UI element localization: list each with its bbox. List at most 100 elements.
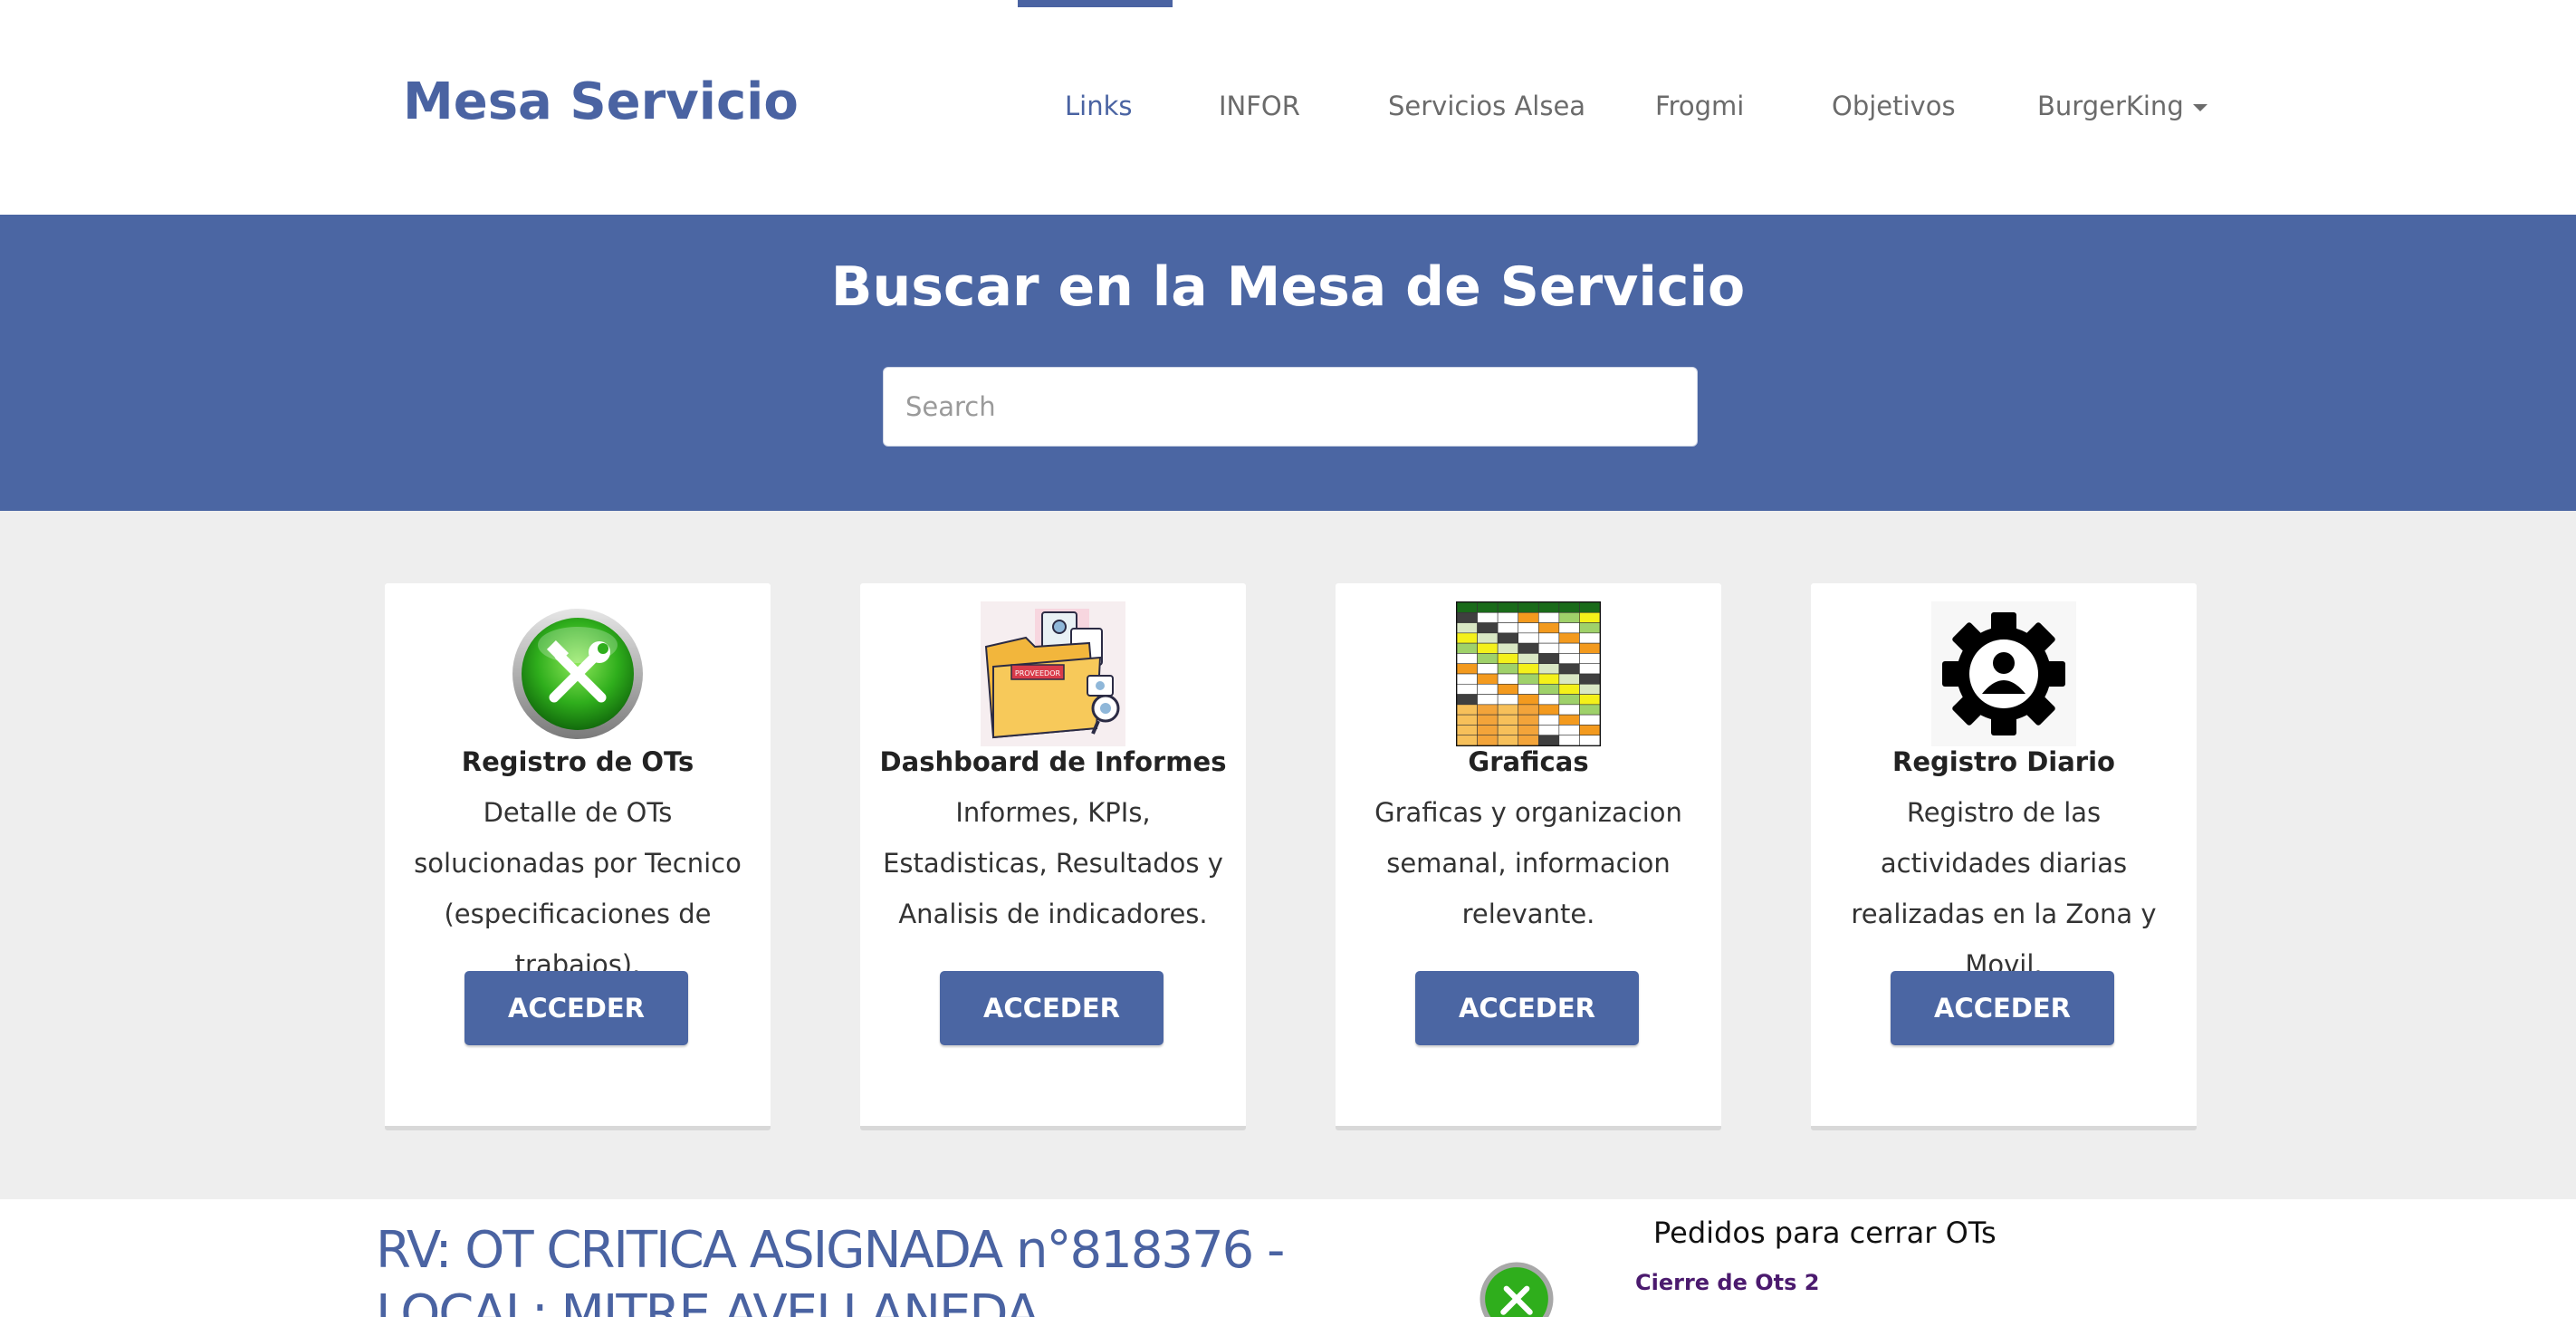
grid-cell: [1477, 632, 1499, 644]
nav-infor[interactable]: INFOR: [1219, 91, 1300, 121]
grid-cell: [1497, 704, 1519, 716]
grid-cell: [1537, 622, 1560, 634]
grid-cell: [1477, 601, 1499, 613]
cierre-ots-link[interactable]: Cierre de Ots 2: [1635, 1270, 1819, 1295]
grid-cell: [1558, 611, 1580, 623]
grid-cell: [1518, 642, 1539, 654]
card-description: Informes, KPIs, Estadisticas, Resultados…: [883, 797, 1223, 929]
search-input[interactable]: [883, 367, 1698, 447]
grid-cell: [1456, 694, 1478, 706]
grid-cell: [1456, 725, 1478, 736]
nav-objetivos[interactable]: Objetivos: [1832, 91, 1956, 121]
grid-cell: [1558, 683, 1580, 695]
grid-cell: [1579, 632, 1601, 644]
grid-cell: [1537, 725, 1560, 736]
grid-cell: [1537, 653, 1560, 665]
grid-cell: [1456, 673, 1478, 685]
card-dashboard-informes: PROVEEDOR Dashboard de Informes Informes…: [860, 583, 1246, 1130]
card-title: Registro Diario: [1892, 746, 2115, 777]
grid-cell: [1537, 611, 1560, 623]
grid-cell: [1558, 673, 1580, 685]
grid-cell: [1537, 642, 1560, 654]
grid-cell: [1558, 725, 1580, 736]
grid-cell: [1537, 683, 1560, 695]
grid-cell: [1579, 642, 1601, 654]
grid-cell: [1456, 683, 1478, 695]
grid-cell: [1497, 694, 1519, 706]
grid-cell: [1558, 663, 1580, 675]
grid-cell: [1518, 704, 1539, 716]
nav-links[interactable]: Links: [1065, 91, 1133, 121]
grid-cell: [1518, 694, 1539, 706]
grid-cell: [1497, 642, 1519, 654]
grid-cell: [1456, 704, 1478, 716]
grid-cell: [1456, 642, 1478, 654]
gear-user-icon: [1931, 601, 2076, 746]
card-title: Registro de OTs: [461, 746, 694, 777]
grid-cell: [1558, 653, 1580, 665]
news-title-link[interactable]: RV: OT CRITICA ASIGNADA n°818376 - LOCAL…: [376, 1219, 1462, 1317]
main-nav: Links INFOR Servicios Alsea Frogmi Objet…: [0, 0, 2576, 215]
acceder-button[interactable]: ACCEDER: [940, 971, 1164, 1045]
nav-burgerking-dropdown[interactable]: BurgerKing: [2037, 91, 2207, 121]
card-graficas: Graficas Graficas y organizacion semanal…: [1336, 583, 1721, 1130]
grid-cell: [1518, 632, 1539, 644]
grid-cell: [1558, 632, 1580, 644]
grid-cell: [1558, 694, 1580, 706]
grid-cell: [1579, 663, 1601, 675]
grid-cell: [1477, 653, 1499, 665]
tools-icon: [505, 601, 650, 746]
card-description: Registro de las actividades diarias real…: [1851, 797, 2157, 980]
grid-cell: [1477, 611, 1499, 623]
grid-cell: [1518, 653, 1539, 665]
grid-cell: [1456, 653, 1478, 665]
grid-cell: [1497, 632, 1519, 644]
grid-cell: [1579, 704, 1601, 716]
hero-title: Buscar en la Mesa de Servicio: [830, 255, 1746, 319]
nav-frogmi[interactable]: Frogmi: [1655, 91, 1744, 121]
proveedor-label: PROVEEDOR: [1015, 669, 1061, 678]
grid-cell: [1477, 704, 1499, 716]
grid-cell: [1537, 673, 1560, 685]
grid-cell: [1537, 632, 1560, 644]
grid-cell: [1497, 673, 1519, 685]
grid-cell: [1477, 725, 1499, 736]
grid-cell: [1456, 611, 1478, 623]
grid-cell: [1558, 601, 1580, 613]
grid-cell: [1558, 714, 1580, 726]
grid-cell: [1537, 704, 1560, 716]
nav-servicios-alsea[interactable]: Servicios Alsea: [1388, 91, 1585, 121]
grid-cell: [1456, 632, 1478, 644]
grid-cell: [1477, 622, 1499, 634]
card-title: Graficas: [1468, 746, 1589, 777]
acceder-button[interactable]: ACCEDER: [1415, 971, 1639, 1045]
acceder-button[interactable]: ACCEDER: [1891, 971, 2114, 1045]
grid-cell: [1518, 611, 1539, 623]
grid-cell: [1579, 683, 1601, 695]
grid-cell: [1537, 694, 1560, 706]
grid-cell: [1558, 622, 1580, 634]
folder-documents-icon: PROVEEDOR: [981, 601, 1125, 746]
grid-cell: [1477, 642, 1499, 654]
grid-cell: [1477, 683, 1499, 695]
grid-cell: [1456, 601, 1478, 613]
grid-cell: [1497, 622, 1519, 634]
card-registro-ots: Registro de OTs Detalle de OTs soluciona…: [385, 583, 771, 1130]
grid-cell: [1518, 735, 1539, 746]
acceder-button[interactable]: ACCEDER: [464, 971, 688, 1045]
card-title: Dashboard de Informes: [879, 746, 1227, 777]
grid-cell: [1497, 663, 1519, 675]
grid-cell: [1477, 663, 1499, 675]
grid-cell: [1477, 673, 1499, 685]
grid-cell: [1558, 704, 1580, 716]
grid-cell: [1537, 601, 1560, 613]
grid-cell: [1518, 601, 1539, 613]
grid-cell: [1497, 714, 1519, 726]
grid-cell: [1518, 683, 1539, 695]
grid-cell: [1579, 725, 1601, 736]
schedule-grid-icon: [1455, 601, 1602, 747]
search-hero: Buscar en la Mesa de Servicio: [0, 215, 2576, 511]
card-description: Graficas y organizacion semanal, informa…: [1374, 797, 1682, 929]
grid-cell: [1477, 735, 1499, 746]
grid-cell: [1558, 642, 1580, 654]
